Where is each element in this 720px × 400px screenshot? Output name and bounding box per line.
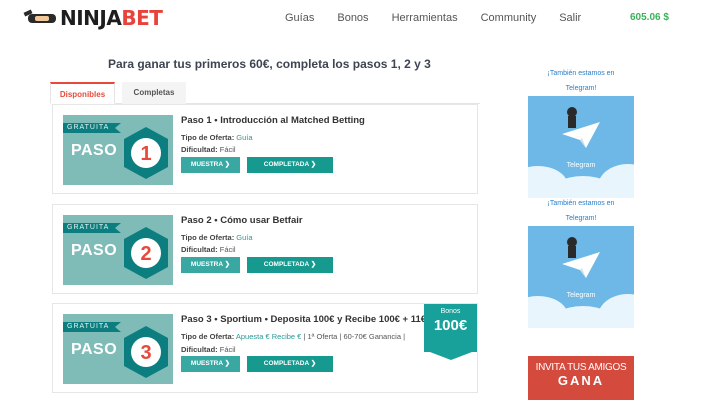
bonus-badge: Bonos 100€: [424, 304, 477, 360]
step-thumbnail[interactable]: GRATUITA PASO 2: [63, 215, 173, 285]
gratuita-ribbon: GRATUITA: [63, 322, 121, 332]
top-header: NINJABET Guías Bonos Herramientas Commun…: [0, 0, 720, 40]
paso-label: PASO: [71, 341, 118, 358]
muestra-button[interactable]: MUESTRA ❯: [181, 157, 240, 173]
bonus-value: 100€: [433, 317, 468, 334]
offer-type-label: Tipo de Oferta:: [181, 332, 235, 341]
telegram-promo-line1: ¡También estamos en: [547, 70, 615, 77]
step-number: 1: [140, 143, 151, 165]
paso-label: PASO: [71, 242, 118, 259]
nav-herramientas[interactable]: Herramientas: [392, 12, 458, 24]
tab-disponibles[interactable]: Disponibles: [50, 82, 115, 104]
muestra-button[interactable]: MUESTRA ❯: [181, 356, 240, 372]
page-title: Para ganar tus primeros 60€, completa lo…: [108, 57, 431, 71]
offer-type-label: Tipo de Oferta:: [181, 133, 235, 142]
step-card-3: GRATUITA PASO 3 Paso 3 • Sportium • Depo…: [52, 303, 478, 393]
difficulty-label: Dificultad:: [181, 345, 218, 354]
completada-button[interactable]: COMPLETADA ❯: [247, 257, 333, 273]
offer-type-value[interactable]: Apuesta € Recibe €: [236, 332, 301, 341]
completada-button[interactable]: COMPLETADA ❯: [247, 157, 333, 173]
completada-button[interactable]: COMPLETADA ❯: [247, 356, 333, 372]
difficulty-label: Dificultad:: [181, 145, 218, 154]
gratuita-ribbon: GRATUITA: [63, 123, 121, 133]
difficulty-value: Fácil: [219, 145, 236, 154]
invite-friends-banner[interactable]: INVITA TUS AMIGOS GANA: [528, 356, 634, 400]
difficulty-row: Dificultad: Fácil: [181, 245, 236, 254]
offer-type-value[interactable]: Guía: [236, 133, 252, 142]
step-thumbnail[interactable]: GRATUITA PASO 1: [63, 115, 173, 185]
ninja-paper-plane-icon: [562, 107, 600, 148]
step-number-hexagon-icon: 3: [124, 326, 168, 378]
main-nav: Guías Bonos Herramientas Community Salir: [285, 12, 604, 24]
logo-text-ninja: NINJA: [60, 6, 122, 30]
nav-guias[interactable]: Guías: [285, 12, 314, 24]
telegram-promo-line1: ¡También estamos en: [547, 200, 615, 207]
difficulty-value: Fácil: [219, 345, 236, 354]
tab-bar: Disponibles Completas: [50, 82, 480, 104]
step-number: 3: [140, 342, 151, 364]
step-number: 2: [140, 243, 151, 265]
paso-label: PASO: [71, 142, 118, 159]
step-card-1: GRATUITA PASO 1 Paso 1 • Introducción al…: [52, 104, 478, 194]
ninja-head-icon: [23, 7, 56, 29]
telegram-promo-text-2[interactable]: ¡También estamos en Telegram!: [528, 196, 634, 226]
nav-community[interactable]: Community: [481, 12, 537, 24]
offer-type-row: Tipo de Oferta: Apuesta € Recibe € | 1ª …: [181, 332, 413, 341]
telegram-promo-text-1[interactable]: ¡También estamos en Telegram!: [528, 66, 634, 96]
offer-type-label: Tipo de Oferta:: [181, 233, 235, 242]
difficulty-row: Dificultad: Fácil: [181, 145, 236, 154]
invite-line2: GANA: [557, 373, 605, 388]
nav-salir[interactable]: Salir: [559, 12, 581, 24]
telegram-image-label: Telegram: [566, 162, 596, 169]
tab-completas[interactable]: Completas: [122, 82, 186, 104]
step-title[interactable]: Paso 3 • Sportium • Deposita 100€ y Reci…: [181, 314, 425, 325]
step-number-hexagon-icon: 1: [124, 127, 168, 179]
ninja-paper-plane-icon: [562, 237, 600, 278]
offer-type-value[interactable]: Guía: [236, 233, 252, 242]
ninjabet-logo[interactable]: NINJABET: [23, 6, 163, 30]
difficulty-value: Fácil: [219, 245, 236, 254]
telegram-image-label: Telegram: [566, 292, 596, 299]
invite-line1: INVITA TUS AMIGOS: [535, 362, 627, 373]
bonus-label: Bonos: [440, 308, 461, 315]
step-title[interactable]: Paso 1 • Introducción al Matched Betting: [181, 115, 365, 126]
offer-type-extra: | 1ª Oferta | 60-70€ Ganancia |: [301, 332, 406, 341]
logo-text-bet: BET: [121, 6, 163, 30]
offer-type-row: Tipo de Oferta: Guía: [181, 233, 253, 242]
telegram-promo-line2: Telegram!: [565, 85, 597, 92]
gratuita-ribbon: GRATUITA: [63, 223, 121, 233]
offer-type-row: Tipo de Oferta: Guía: [181, 133, 253, 142]
step-title[interactable]: Paso 2 • Cómo usar Betfair: [181, 215, 303, 226]
telegram-banner-1[interactable]: Telegram: [528, 96, 634, 198]
difficulty-row: Dificultad: Fácil: [181, 345, 236, 354]
muestra-button[interactable]: MUESTRA ❯: [181, 257, 240, 273]
step-card-2: GRATUITA PASO 2 Paso 2 • Cómo usar Betfa…: [52, 204, 478, 294]
step-thumbnail[interactable]: GRATUITA PASO 3: [63, 314, 173, 384]
difficulty-label: Dificultad:: [181, 245, 218, 254]
nav-bonos[interactable]: Bonos: [337, 12, 368, 24]
account-balance[interactable]: 605.06 $: [630, 12, 669, 23]
telegram-banner-2[interactable]: Telegram: [528, 226, 634, 328]
step-number-hexagon-icon: 2: [124, 227, 168, 279]
telegram-promo-line2: Telegram!: [565, 215, 597, 222]
